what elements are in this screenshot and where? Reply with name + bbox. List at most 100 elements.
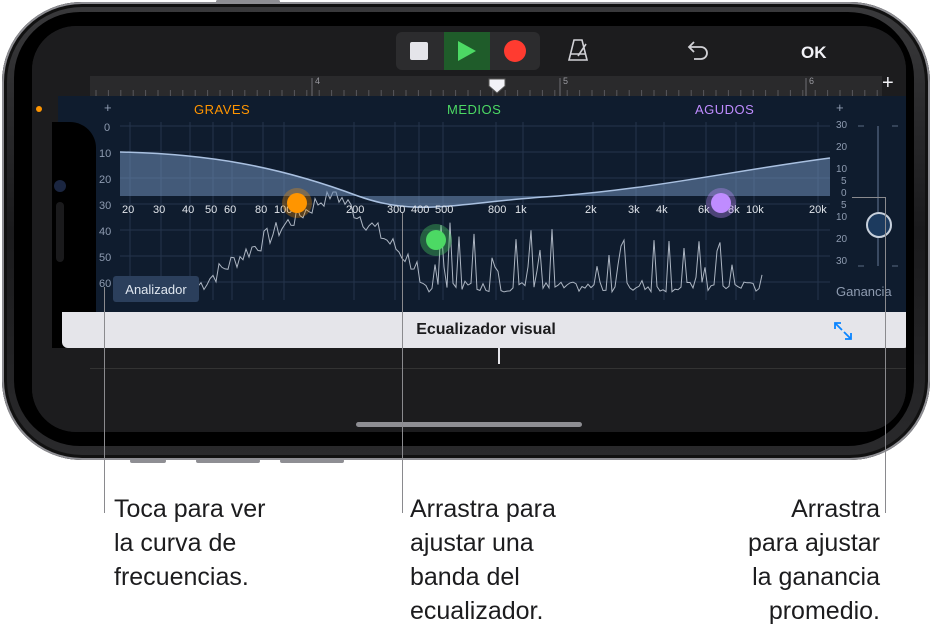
callout-text: para ajustar	[747, 529, 880, 557]
callout-text: la curva de	[114, 529, 237, 557]
frequency-label: 400	[411, 204, 430, 216]
analyzer-scale-label: 30	[99, 200, 112, 212]
callout-right: Arrastra para ajustar la ganancia promed…	[700, 492, 880, 628]
callout-text: frecuencias.	[114, 563, 249, 591]
play-button[interactable]	[444, 32, 490, 70]
expand-button[interactable]	[832, 320, 854, 347]
callout-text: Arrastra para	[410, 495, 556, 523]
metronome-icon	[567, 39, 589, 61]
record-icon	[504, 40, 526, 62]
visual-eq-panel: GRAVES MEDIOS AGUDOS + + 0 10 20 30 40 5…	[58, 96, 906, 312]
analyzer-button[interactable]: Analizador	[113, 276, 199, 302]
callout-text: ajustar una	[410, 529, 534, 557]
frequency-label: 10k	[746, 204, 764, 216]
callout-line-right-connector	[852, 197, 886, 198]
frequency-label: 1k	[515, 204, 527, 216]
gain-slider-knob[interactable]	[866, 212, 892, 238]
frequency-label: 80	[255, 204, 268, 216]
callout-middle: Arrastra para ajustar una banda del ecua…	[410, 492, 556, 628]
metronome-button[interactable]	[566, 38, 590, 67]
graves-handle-icon	[287, 193, 307, 213]
frequency-label: 4k	[656, 204, 668, 216]
eq-title: Ecualizador visual	[416, 321, 556, 338]
gain-scale-label: 5	[841, 176, 847, 187]
side-button	[280, 459, 344, 463]
speaker-grille	[56, 202, 64, 262]
screen: OK 4 5 6 + GRAVES MEDIOS AGUDOS + + 0 10…	[32, 26, 906, 432]
band-label-graves: GRAVES	[194, 102, 251, 117]
frequency-label: 200	[346, 204, 365, 216]
ok-button[interactable]: OK	[801, 43, 827, 63]
callout-line-middle	[402, 213, 403, 513]
transport-controls	[396, 32, 540, 70]
undo-button[interactable]	[686, 40, 710, 65]
ruler-marker: 6	[809, 76, 815, 86]
home-indicator	[356, 422, 582, 427]
eq-title-bar: Ecualizador visual	[62, 312, 906, 348]
graves-band-handle[interactable]	[282, 188, 312, 218]
analyzer-scale-label: 0	[104, 122, 111, 134]
add-section-button[interactable]: +	[882, 72, 894, 95]
band-label-agudos: AGUDOS	[695, 102, 755, 117]
callout-text: Arrastra	[791, 495, 880, 523]
expand-icon	[834, 322, 852, 340]
gain-scale-label: 10	[836, 164, 848, 175]
frequency-label: 60	[224, 204, 237, 216]
gain-scale-label: 20	[836, 234, 848, 245]
callout-text: promedio.	[768, 597, 880, 625]
tracks-area	[32, 348, 906, 432]
playhead-icon[interactable]	[488, 78, 506, 94]
callout-line-left	[104, 287, 105, 513]
gain-scale-label: 30	[836, 256, 848, 267]
callout-text: banda del	[410, 563, 520, 591]
ruler-marker: 4	[315, 76, 321, 86]
ruler-ticks	[95, 78, 878, 96]
callout-left: Toca para ver la curva de frecuencias.	[114, 492, 265, 594]
record-button[interactable]	[492, 32, 538, 70]
camera-icon	[54, 180, 66, 192]
callout-text: Toca para ver	[114, 495, 266, 523]
frequency-label: 40	[182, 204, 195, 216]
gain-scale-label: 20	[836, 142, 848, 153]
frequency-label: 20k	[809, 204, 827, 216]
playhead-line	[498, 348, 500, 364]
frequency-label: 50	[205, 204, 218, 216]
medios-handle-icon	[426, 230, 446, 250]
analyzer-scale-label: 40	[99, 226, 112, 238]
frequency-label: 800	[488, 204, 507, 216]
agudos-band-handle[interactable]	[706, 188, 736, 218]
timeline-ruler[interactable]: 4 5 6	[90, 76, 882, 97]
volume-button	[216, 0, 280, 3]
side-button	[196, 459, 260, 463]
gain-scale-label: 0	[841, 188, 847, 199]
gain-label: Ganancia	[836, 284, 892, 299]
undo-icon	[687, 41, 708, 60]
ruler-marker: 5	[563, 76, 569, 86]
zoom-in-right-button[interactable]: +	[836, 100, 844, 115]
side-button	[130, 459, 166, 463]
stop-icon	[410, 42, 428, 60]
control-bar: OK	[32, 26, 906, 76]
play-icon	[458, 41, 476, 61]
frequency-label: 3k	[628, 204, 640, 216]
frequency-label: 30	[153, 204, 166, 216]
medios-band-handle[interactable]	[420, 224, 452, 256]
gain-scale-label: 30	[836, 120, 848, 131]
analyzer-scale-label: 60	[99, 278, 112, 290]
frequency-label: 20	[122, 204, 135, 216]
track-indicator-icon	[36, 106, 42, 112]
analyzer-scale-label: 10	[99, 148, 112, 160]
gain-scale-label: 5	[841, 200, 847, 211]
zoom-in-left-button[interactable]: +	[104, 100, 112, 115]
band-label-medios: MEDIOS	[447, 102, 502, 117]
frequency-label: 2k	[585, 204, 597, 216]
frequency-label: 500	[435, 204, 454, 216]
callout-text: ecualizador.	[410, 597, 544, 625]
callout-line-right	[885, 197, 886, 513]
stop-button[interactable]	[396, 32, 442, 70]
analyzer-scale-label: 50	[99, 252, 112, 264]
gain-scale-label: 10	[836, 212, 848, 223]
callout-text: la ganancia	[752, 563, 880, 591]
agudos-handle-icon	[711, 193, 731, 213]
analyzer-scale-label: 20	[99, 174, 112, 186]
